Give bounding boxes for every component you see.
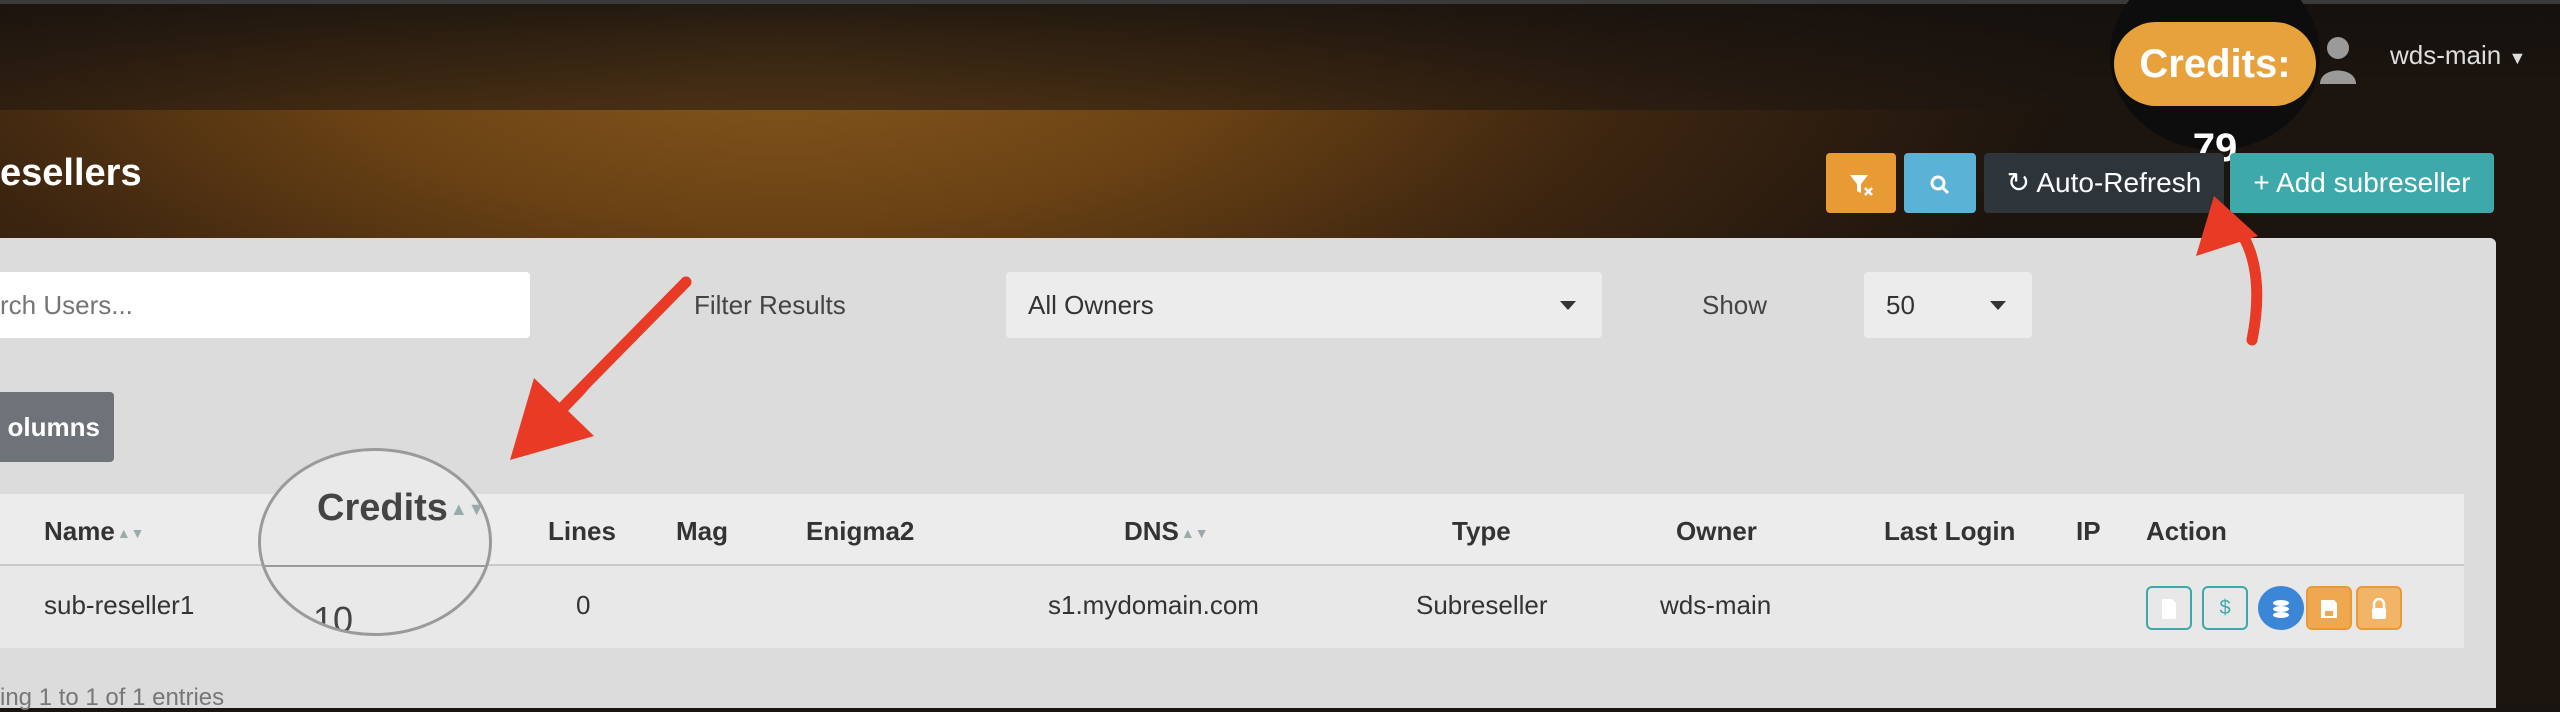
owner-select-value: All Owners [1028, 290, 1154, 320]
cell-owner: wds-main [1660, 590, 1772, 620]
columns-button[interactable]: olumns [0, 392, 114, 462]
dollar-icon: $ [2219, 597, 2231, 619]
caret-down-icon [1560, 301, 1576, 310]
column-header-credits[interactable]: Credits ▲▼ [317, 487, 486, 530]
save-button[interactable] [2306, 586, 2352, 630]
coins-icon [2273, 599, 2289, 618]
cell-dns: s1.mydomain.com [1048, 590, 1259, 620]
user-menu[interactable]: wds-main ▼ [2390, 40, 2526, 71]
filter-results-label: Filter Results [694, 290, 846, 320]
credits-magnifier-callout: Credits ▲▼ 10 [258, 448, 492, 636]
auto-refresh-button[interactable]: ↻ Auto-Refresh [1984, 153, 2224, 213]
plus-icon: + [2253, 167, 2270, 198]
column-header-enigma2[interactable]: Enigma2 [806, 516, 914, 547]
page-title: esellers [0, 152, 142, 194]
cell-type: Subreseller [1416, 590, 1548, 620]
magnifier-divider [261, 565, 489, 567]
add-subreseller-label: Add subreseller [2276, 167, 2471, 198]
username: wds-main [2390, 40, 2502, 70]
document-icon [2162, 598, 2176, 619]
search-icon [1930, 175, 1950, 194]
cell-name: sub-reseller1 [44, 590, 195, 620]
clear-filter-button[interactable] [1826, 153, 1896, 213]
caret-down-icon: ▼ [2508, 48, 2527, 68]
sort-icon: ▲▼ [116, 525, 145, 542]
column-header-type[interactable]: Type [1452, 516, 1511, 547]
refresh-icon: ↻ [2006, 167, 2031, 198]
sort-icon: ▲▼ [1180, 525, 1209, 542]
lock-button[interactable] [2356, 586, 2402, 630]
column-header-credits-label: Credits [317, 487, 448, 529]
column-header-last-login[interactable]: Last Login [1884, 516, 2015, 547]
page-size-value: 50 [1886, 290, 1915, 320]
add-subreseller-button[interactable]: + Add subreseller [2230, 153, 2494, 213]
column-header-dns[interactable]: DNS ▲▼ [1124, 516, 1209, 547]
add-credits-button[interactable]: $ [2202, 586, 2248, 630]
filter-x-icon [1850, 174, 1873, 196]
show-label: Show [1702, 290, 1768, 320]
search-users-input[interactable] [0, 272, 530, 338]
column-header-action: Action [2146, 516, 2227, 546]
search-button[interactable] [1904, 153, 1976, 213]
column-header-ip[interactable]: IP [2076, 516, 2101, 547]
sort-icon: ▲▼ [449, 499, 486, 520]
column-header-mag[interactable]: Mag [676, 516, 728, 547]
table-info: ing 1 to 1 of 1 entries [0, 684, 225, 711]
credit-log-button[interactable] [2258, 586, 2304, 630]
user-avatar-icon[interactable] [2318, 32, 2358, 88]
caret-down-icon [1990, 301, 2006, 310]
floppy-icon [2321, 599, 2337, 618]
cell-credits: 10 [313, 599, 354, 636]
view-button[interactable] [2146, 586, 2192, 630]
column-header-dns-label: DNS [1124, 516, 1179, 546]
credits-badge: Credits: 79 [2114, 22, 2316, 170]
owner-select[interactable]: All Owners [1006, 272, 1602, 338]
column-header-name[interactable]: Name ▲▼ [44, 516, 145, 547]
column-header-lines[interactable]: Lines [548, 516, 616, 547]
cell-lines: 0 [576, 590, 591, 620]
lock-icon [2372, 597, 2386, 619]
column-header-name-label: Name [44, 516, 115, 546]
auto-refresh-label: Auto-Refresh [2036, 167, 2202, 198]
column-header-owner[interactable]: Owner [1676, 516, 1757, 547]
page-size-select[interactable]: 50 [1864, 272, 2032, 338]
